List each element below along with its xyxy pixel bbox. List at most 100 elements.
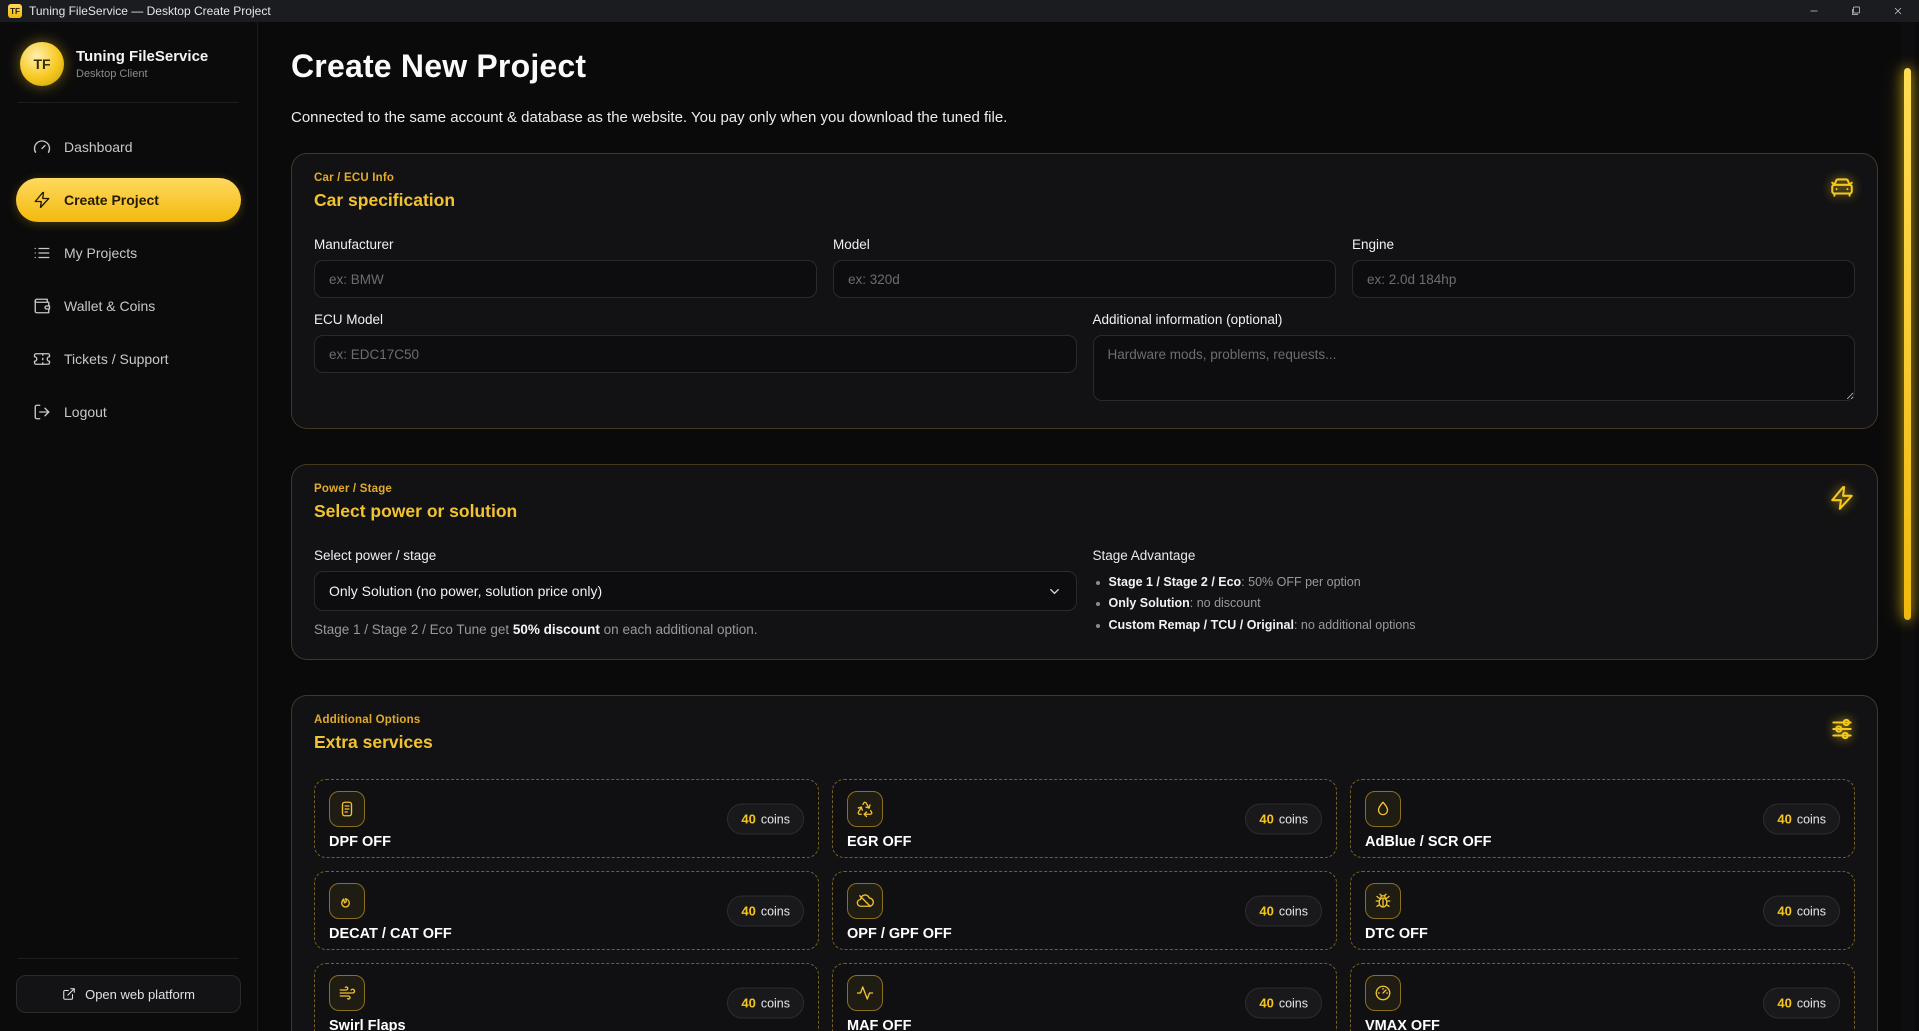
stage-advantage-item: Custom Remap / TCU / Original: no additi… (1093, 615, 1856, 636)
droplet-icon (1365, 791, 1401, 827)
manufacturer-input[interactable] (314, 260, 817, 298)
scrollbar-thumb[interactable] (1904, 68, 1911, 620)
ticket-icon (33, 350, 51, 368)
sidebar: TF Tuning FileService Desktop Client Das… (0, 22, 258, 1031)
power-stage-card: Power / Stage Select power or solution S… (291, 464, 1878, 660)
service-name: EGR OFF (847, 834, 1322, 850)
sidebar-item-label: Create Project (64, 192, 159, 208)
sidebar-item-dashboard[interactable]: Dashboard (16, 125, 241, 169)
service-price-badge: 40coins (1245, 803, 1322, 834)
recycle-icon (847, 791, 883, 827)
lightning-icon (33, 191, 51, 209)
service-card-dpf-off[interactable]: DPF OFF40coins (314, 779, 819, 858)
service-card-adblue-scr-off[interactable]: AdBlue / SCR OFF40coins (1350, 779, 1855, 858)
open-web-platform-button[interactable]: Open web platform (16, 975, 241, 1013)
list-icon (33, 244, 51, 262)
restore-icon (1850, 5, 1862, 17)
wind-icon (329, 975, 365, 1011)
service-card-maf-off[interactable]: MAF OFF40coins (832, 963, 1337, 1031)
service-name: Swirl Flaps (329, 1018, 804, 1031)
service-card-opf-gpf-off[interactable]: OPF / GPF OFF40coins (832, 871, 1337, 950)
ecu-model-input[interactable] (314, 335, 1077, 373)
titlebar: TF Tuning FileService — Desktop Create P… (0, 0, 1919, 22)
close-icon (1892, 5, 1904, 17)
page-subtitle: Connected to the same account & database… (291, 109, 1878, 126)
lightning-icon (1829, 485, 1855, 516)
engine-label: Engine (1352, 237, 1855, 252)
service-name: DTC OFF (1365, 926, 1840, 942)
services-card-title: Extra services (314, 732, 1855, 753)
service-price-badge: 40coins (1245, 987, 1322, 1018)
stage-advantage-title: Stage Advantage (1093, 548, 1856, 563)
service-price-badge: 40coins (727, 803, 804, 834)
external-link-icon (62, 987, 76, 1001)
extra-services-card: Additional Options Extra services DPF OF… (291, 695, 1878, 1031)
sidebar-item-tickets-support[interactable]: Tickets / Support (16, 337, 241, 381)
sliders-icon (1829, 716, 1855, 747)
logout-icon (33, 403, 51, 421)
close-button[interactable] (1877, 0, 1919, 22)
service-card-vmax-off[interactable]: VMAX OFF40coins (1350, 963, 1855, 1031)
service-card-decat-cat-off[interactable]: DECAT / CAT OFF40coins (314, 871, 819, 950)
flame-icon (329, 883, 365, 919)
services-grid: DPF OFF40coinsEGR OFF40coinsAdBlue / SCR… (314, 779, 1855, 1031)
service-price-badge: 40coins (727, 987, 804, 1018)
service-card-swirl-flaps[interactable]: Swirl Flaps40coins (314, 963, 819, 1031)
sidebar-item-label: Wallet & Coins (64, 298, 155, 314)
app-icon: TF (8, 4, 22, 18)
engine-input[interactable] (1352, 260, 1855, 298)
sidebar-item-create-project[interactable]: Create Project (16, 178, 241, 222)
service-name: AdBlue / SCR OFF (1365, 834, 1840, 850)
service-name: DPF OFF (329, 834, 804, 850)
power-card-label: Power / Stage (314, 483, 1855, 495)
services-card-label: Additional Options (314, 714, 1855, 726)
car-card-label: Car / ECU Info (314, 172, 1855, 184)
service-name: OPF / GPF OFF (847, 926, 1322, 942)
power-stage-select[interactable]: Only Solution (no power, solution price … (314, 571, 1077, 611)
sidebar-item-wallet-coins[interactable]: Wallet & Coins (16, 284, 241, 328)
manufacturer-label: Manufacturer (314, 237, 817, 252)
brand: TF Tuning FileService Desktop Client (16, 40, 241, 86)
speedometer-icon (1365, 975, 1401, 1011)
model-label: Model (833, 237, 1336, 252)
service-price-badge: 40coins (1763, 895, 1840, 926)
gauge-icon (33, 138, 51, 156)
open-web-platform-label: Open web platform (85, 987, 195, 1002)
service-card-dtc-off[interactable]: DTC OFF40coins (1350, 871, 1855, 950)
ecu-model-label: ECU Model (314, 312, 1077, 327)
car-spec-card: Car / ECU Info Car specification Manufac… (291, 153, 1878, 429)
brand-subtitle: Desktop Client (76, 68, 208, 80)
sidebar-nav: Dashboard Create Project My Projects Wallet… (16, 125, 241, 434)
service-price-badge: 40coins (1763, 803, 1840, 834)
sidebar-item-my-projects[interactable]: My Projects (16, 231, 241, 275)
window-title: Tuning FileService — Desktop Create Proj… (29, 4, 271, 18)
additional-info-textarea[interactable] (1093, 335, 1856, 401)
activity-icon (847, 975, 883, 1011)
brand-name: Tuning FileService (76, 48, 208, 65)
restore-button[interactable] (1835, 0, 1877, 22)
service-card-egr-off[interactable]: EGR OFF40coins (832, 779, 1337, 858)
power-stage-select-value: Only Solution (no power, solution price … (329, 583, 602, 599)
service-name: VMAX OFF (1365, 1018, 1840, 1031)
page-title: Create New Project (291, 48, 1878, 85)
sidebar-item-label: Dashboard (64, 139, 133, 155)
minimize-button[interactable] (1793, 0, 1835, 22)
chevron-down-icon (1047, 584, 1062, 599)
brand-logo: TF (20, 42, 64, 86)
sidebar-footer-divider (18, 958, 239, 959)
bug-icon (1365, 883, 1401, 919)
service-price-badge: 40coins (1763, 987, 1840, 1018)
stage-advantage-item: Stage 1 / Stage 2 / Eco: 50% OFF per opt… (1093, 572, 1856, 593)
model-input[interactable] (833, 260, 1336, 298)
stage-advantage-item: Only Solution: no discount (1093, 593, 1856, 614)
service-price-badge: 40coins (1245, 895, 1322, 926)
dpf-filter-icon (329, 791, 365, 827)
minimize-icon (1808, 5, 1820, 17)
power-select-label: Select power / stage (314, 548, 1077, 563)
additional-info-label: Additional information (optional) (1093, 312, 1856, 327)
sidebar-item-logout[interactable]: Logout (16, 390, 241, 434)
stage-advantage-list: Stage 1 / Stage 2 / Eco: 50% OFF per opt… (1093, 572, 1856, 636)
car-icon (1829, 174, 1855, 205)
service-name: MAF OFF (847, 1018, 1322, 1031)
cloud-off-icon (847, 883, 883, 919)
